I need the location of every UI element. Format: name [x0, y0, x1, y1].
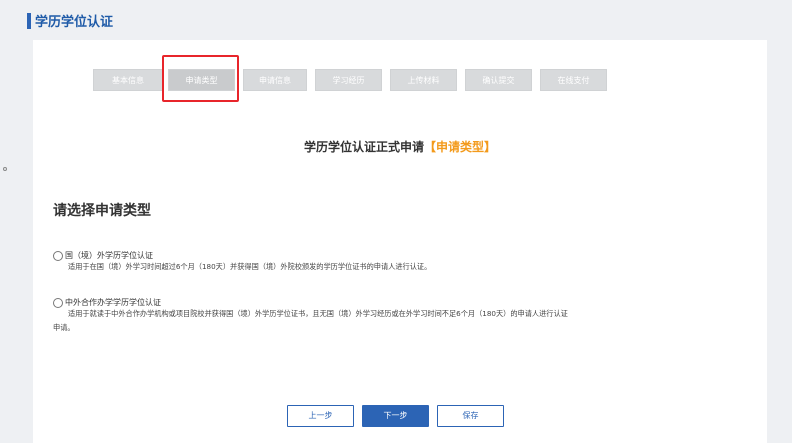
option-foreign-degree[interactable]: 国（境）外学历学位认证 适用于在国（境）外学习时间超过6个月（180天）并获得国…: [53, 250, 753, 280]
form-title-text: 学历学位认证正式申请: [303, 140, 424, 154]
title-accent-bar: [27, 13, 31, 29]
option-description-line1: 适用于就读于中外合作办学机构或项目院校并获得国（境）外学历学位证书，且无国（境）…: [68, 309, 568, 318]
prev-button[interactable]: 上一步: [287, 405, 354, 427]
option-joint-program-degree[interactable]: 中外合作办学学历学位认证 适用于就读于中外合作办学机构或项目院校并获得国（境）外…: [53, 297, 753, 343]
step-study-history[interactable]: 学习经历: [315, 69, 382, 91]
page-header: 学历学位认证: [0, 0, 792, 40]
form-title: 学历学位认证正式申请【申请类型】: [33, 138, 767, 155]
save-button[interactable]: 保存: [437, 405, 504, 427]
step-online-payment[interactable]: 在线支付: [540, 69, 607, 91]
option-description: 适用于在国（境）外学习时间超过6个月（180天）并获得国（境）外院校颁发的学历学…: [68, 262, 432, 271]
next-button[interactable]: 下一步: [362, 405, 429, 427]
step-application-info[interactable]: 申请信息: [243, 69, 307, 91]
page-title: 学历学位认证: [35, 15, 114, 30]
step-basic-info[interactable]: 基本信息: [93, 69, 163, 91]
section-heading: 请选择申请类型: [53, 203, 151, 219]
active-step-highlight: [162, 55, 239, 102]
option-description-line2: 申请。: [53, 323, 75, 332]
step-upload-materials[interactable]: 上传材料: [390, 69, 457, 91]
edge-marker-icon: [3, 167, 7, 171]
step-confirm-submit[interactable]: 确认提交: [465, 69, 532, 91]
form-card: 基本信息 申请类型 申请信息 学习经历 上传材料 确认提交 在线支付 学历学位认…: [33, 40, 767, 443]
step-bar: 基本信息 申请类型 申请信息 学习经历 上传材料 确认提交 在线支付: [33, 69, 767, 91]
form-title-highlight: 【申请类型】: [424, 140, 497, 154]
radio-foreign-degree[interactable]: [53, 251, 63, 261]
radio-joint-program[interactable]: [53, 298, 63, 308]
